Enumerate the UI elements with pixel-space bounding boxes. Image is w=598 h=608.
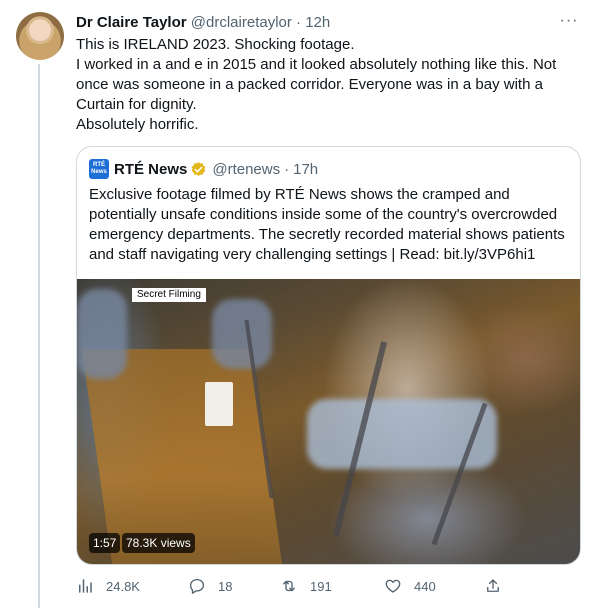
views-count: 24.8K	[106, 578, 140, 594]
video-scene-trolley	[212, 299, 272, 369]
tweet-text-line: Absolutely horrific.	[76, 116, 199, 133]
retweet-count: 191	[310, 578, 332, 594]
tweet-text-line: This is IRELAND 2023. Shocking footage.	[76, 36, 355, 53]
separator-dot: ·	[296, 14, 302, 31]
reply-action[interactable]: 18	[188, 574, 232, 598]
quoted-author-name[interactable]: RTÉ News	[114, 161, 187, 178]
views-icon	[79, 579, 92, 593]
tweet-text-line: once was someone in a packed corridor. E…	[76, 76, 543, 93]
tweet-actions: 24.8K 18 191 440	[76, 574, 499, 598]
retweet-icon	[283, 580, 295, 592]
like-icon	[385, 579, 401, 593]
quoted-tweet-time[interactable]: 17h	[293, 161, 318, 178]
secret-filming-label: Secret Filming	[132, 288, 206, 302]
tweet-text: This is IRELAND 2023. Shocking footage. …	[76, 35, 576, 135]
quoted-tweet-text: Exclusive footage filmed by RTÉ News sho…	[89, 185, 569, 265]
rte-logo[interactable]: RTÉ News	[89, 159, 109, 179]
video-duration: 1:57	[89, 533, 121, 553]
video-scene-sign	[205, 382, 233, 426]
rte-logo-text: RTÉ	[93, 162, 105, 168]
reply-icon	[189, 578, 205, 594]
share-action[interactable]	[484, 574, 514, 598]
author-handle[interactable]: @drclairetaylor	[191, 14, 292, 31]
avatar[interactable]	[16, 12, 64, 60]
tweet-time[interactable]: 12h	[305, 14, 330, 31]
quoted-tweet-header: RTÉ News RTÉ News @rtenews · 17h	[89, 159, 318, 179]
tweet-header: Dr Claire Taylor @drclairetaylor · 12h	[76, 13, 330, 33]
rte-logo-text: News	[91, 169, 107, 175]
quoted-text-line[interactable]: and staff navigating very challenging se…	[89, 245, 569, 265]
separator-dot: ·	[284, 160, 290, 178]
video-scene-trolley	[77, 289, 127, 379]
views-action[interactable]: 24.8K	[76, 574, 140, 598]
tweet-text-line: I worked in a and e in 2015 and it looke…	[76, 56, 557, 73]
video-player[interactable]: Secret Filming 1:57 78.3K views	[77, 279, 580, 564]
video-scene-trolley	[307, 399, 497, 469]
quoted-text-line: Exclusive footage filmed by RTÉ News sho…	[89, 186, 510, 203]
quoted-text-line: emergency departments. The secretly reco…	[89, 226, 565, 243]
quoted-text-line: potentially unsafe conditions inside som…	[89, 206, 558, 223]
video-views: 78.3K views	[122, 533, 195, 553]
like-count: 440	[414, 578, 436, 594]
reply-count: 18	[218, 578, 233, 594]
verified-badge-icon	[192, 161, 206, 176]
retweet-action[interactable]: 191	[280, 574, 332, 598]
author-name[interactable]: Dr Claire Taylor	[76, 14, 187, 31]
like-action[interactable]: 440	[384, 574, 436, 598]
tweet[interactable]: Dr Claire Taylor @drclairetaylor · 12h ·…	[0, 0, 598, 608]
more-icon[interactable]: ···	[558, 10, 580, 32]
thread-line	[38, 64, 40, 608]
quoted-tweet[interactable]: RTÉ News RTÉ News @rtenews · 17h Exclusi…	[76, 146, 581, 565]
share-icon	[487, 579, 499, 592]
tweet-text-line: Curtain for dignity.	[76, 96, 197, 113]
quoted-author-handle[interactable]: @rtenews	[212, 161, 280, 178]
